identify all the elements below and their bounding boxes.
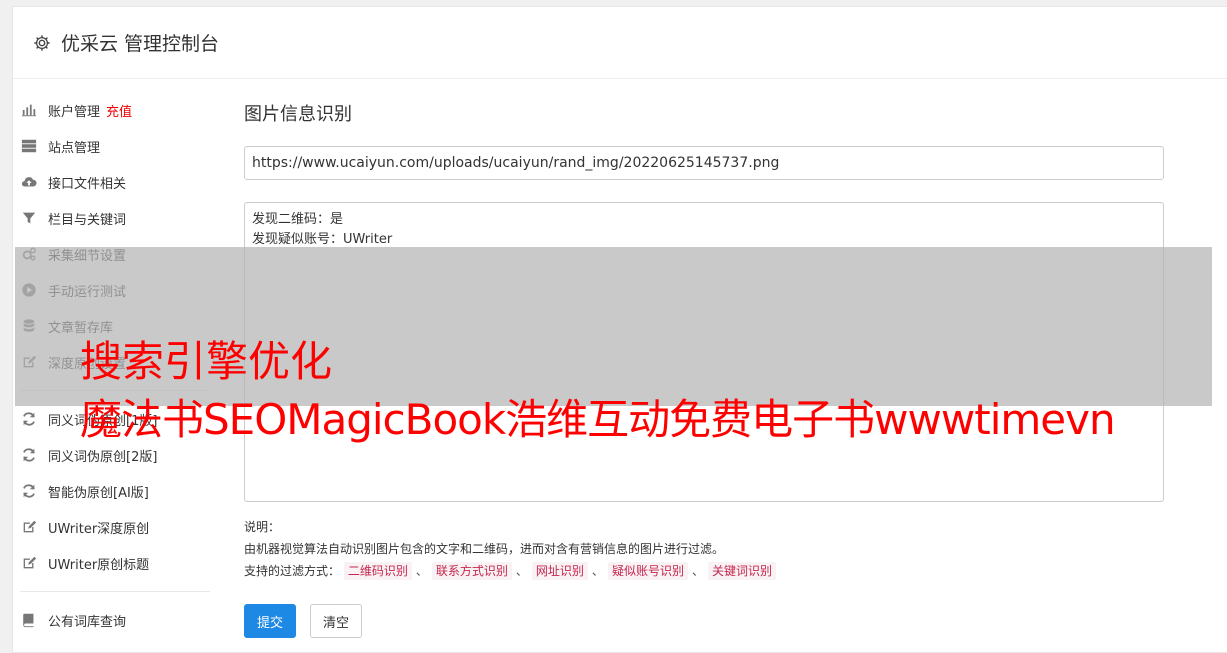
recharge-link[interactable]: 充值	[106, 101, 132, 120]
page-title: 图片信息识别	[244, 104, 352, 125]
filter-chip: 二维码识别	[343, 562, 412, 580]
form-buttons: 提交 清空	[244, 604, 1164, 638]
bar-chart-icon	[20, 101, 38, 119]
sidebar-divider	[20, 591, 210, 592]
filter-methods-label: 支持的过滤方式：	[244, 564, 341, 578]
result-line-qrcode: 发现二维码：是	[252, 212, 344, 227]
edit-icon	[20, 554, 38, 572]
filter-chip: 网址识别	[531, 562, 588, 580]
filter-separator: 、	[691, 564, 704, 578]
sidebar-item-label: 接口文件相关	[48, 176, 127, 192]
image-url-input[interactable]	[244, 146, 1164, 180]
sidebar-item[interactable]: 站点管理	[20, 128, 210, 164]
filter-chip: 联系方式识别	[431, 562, 512, 580]
sidebar-item-label: 智能伪原创[AI版]	[48, 485, 149, 501]
sidebar-item[interactable]: 栏目与关键词	[20, 200, 210, 236]
cloud-upload-icon	[20, 173, 38, 191]
edit-icon	[20, 518, 38, 536]
sidebar-item-label: 公有词库查询	[48, 614, 127, 630]
notes-description: 由机器视觉算法自动识别图片包含的文字和二维码，进而对含有营销信息的图片进行过滤。	[244, 542, 725, 556]
filter-separator: 、	[415, 564, 428, 578]
sidebar-item[interactable]: 账户管理 充值	[20, 92, 210, 128]
sidebar-item-label: 账户管理	[48, 104, 101, 120]
sidebar-item[interactable]: 公有词库查询	[20, 602, 210, 638]
refresh-icon	[20, 482, 38, 500]
filter-separator: 、	[515, 564, 528, 578]
sidebar-item-label: UWriter原创标题	[48, 557, 150, 573]
refresh-icon	[20, 410, 38, 428]
watermark-line-1: 搜索引擎优化	[80, 337, 333, 386]
notes: 说明： 由机器视觉算法自动识别图片包含的文字和二维码，进而对含有营销信息的图片进…	[244, 516, 1164, 582]
notes-label: 说明：	[244, 520, 281, 534]
sidebar-item[interactable]: 智能伪原创[AI版]	[20, 473, 210, 509]
sidebar-item-label: 同义词伪原创[2版]	[48, 449, 158, 465]
filter-icon	[20, 209, 38, 227]
filter-separator: 、	[591, 564, 604, 578]
server-icon	[20, 137, 38, 155]
refresh-icon	[20, 446, 38, 464]
filter-chip: 疑似账号识别	[607, 562, 688, 580]
sidebar-item[interactable]: UWriter原创标题	[20, 545, 210, 581]
filter-chip: 关键词识别	[707, 562, 776, 580]
sidebar-item-label: UWriter深度原创	[48, 521, 150, 537]
sidebar-item-label: 站点管理	[48, 140, 101, 156]
gear-icon	[33, 34, 51, 52]
submit-button[interactable]: 提交	[244, 604, 297, 638]
clear-button[interactable]: 清空	[310, 604, 363, 638]
console-title: 优采云 管理控制台	[61, 33, 220, 55]
sidebar-item[interactable]: UWriter深度原创	[20, 509, 210, 545]
console-header: 优采云 管理控制台	[13, 7, 1227, 79]
sidebar-item-label: 栏目与关键词	[48, 212, 127, 228]
sidebar-item[interactable]: 接口文件相关	[20, 164, 210, 200]
filter-methods: 支持的过滤方式： 二维码识别、联系方式识别、网址识别、疑似账号识别、关键词识别	[244, 560, 1164, 582]
watermark-line-2: 魔法书SEOMagicBook浩维互动免费电子书wwwtimevn	[80, 395, 1116, 444]
book-icon	[20, 611, 38, 629]
